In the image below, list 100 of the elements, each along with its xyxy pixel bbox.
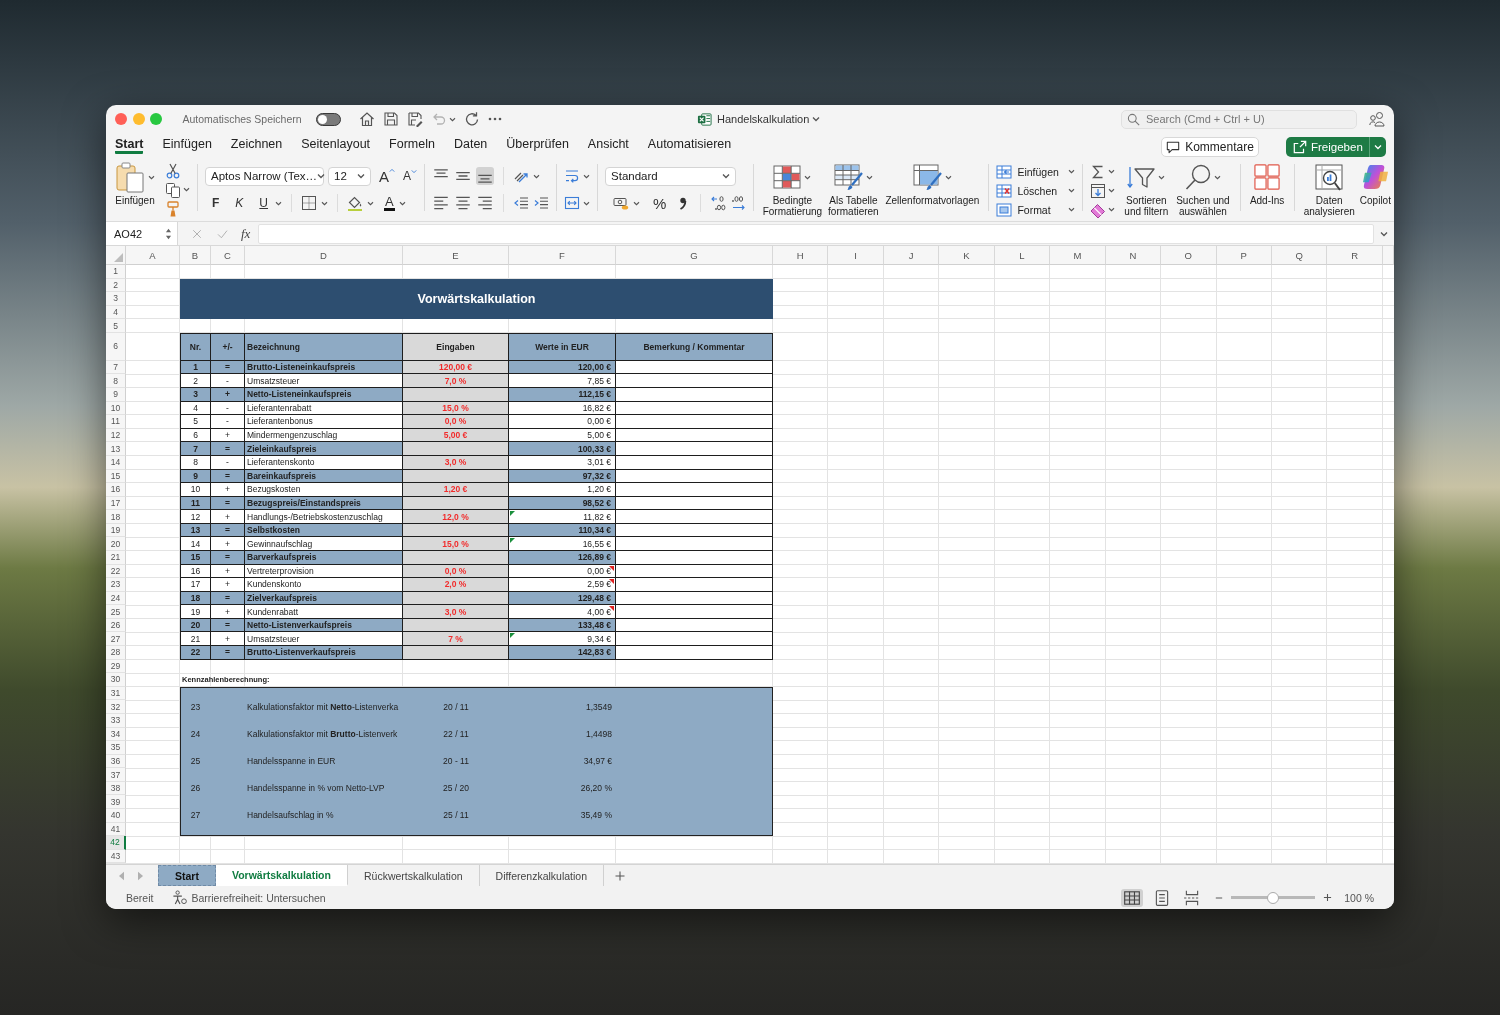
column-header[interactable]: L bbox=[994, 246, 1051, 265]
fill-down-icon[interactable] bbox=[1090, 182, 1107, 199]
column-header[interactable]: O bbox=[1161, 246, 1217, 265]
caret-icon[interactable] bbox=[944, 174, 952, 180]
row-header[interactable]: 16 bbox=[106, 483, 126, 497]
column-header[interactable]: P bbox=[1216, 246, 1272, 265]
number-format-dropdown[interactable]: Standard bbox=[605, 166, 737, 186]
grow-font-button[interactable]: A bbox=[379, 167, 395, 185]
caret-icon[interactable] bbox=[583, 200, 591, 206]
share-icon[interactable] bbox=[1293, 140, 1307, 154]
align-left-icon[interactable] bbox=[432, 194, 451, 212]
zoom-in-icon[interactable] bbox=[1323, 893, 1333, 902]
cells-menu-button[interactable]: Einfügen bbox=[996, 162, 1076, 181]
highlighted-grid-icon[interactable] bbox=[773, 165, 802, 189]
redo-icon[interactable] bbox=[463, 111, 480, 127]
borders-icon[interactable] bbox=[301, 195, 318, 211]
ribbon-button[interactable]: Bedingte Formatierung bbox=[761, 158, 824, 217]
zoom-level[interactable]: 100 % bbox=[1344, 891, 1374, 904]
close-icon[interactable] bbox=[115, 113, 127, 125]
delete-cells-icon[interactable] bbox=[996, 183, 1013, 198]
row-header[interactable]: 18 bbox=[106, 510, 126, 524]
shrink-font-button[interactable]: A bbox=[403, 169, 418, 183]
bold-button[interactable]: F bbox=[209, 196, 223, 210]
cell-brush-icon[interactable] bbox=[912, 163, 942, 191]
caret-icon[interactable] bbox=[1213, 174, 1221, 180]
save-icon[interactable] bbox=[382, 111, 399, 127]
cells-menu-button[interactable]: Löschen bbox=[996, 181, 1076, 200]
sheet-tab[interactable]: Vorwärtskalkulation bbox=[215, 865, 348, 886]
column-header[interactable]: K bbox=[939, 246, 995, 265]
sheet-tab[interactable]: Start bbox=[158, 865, 216, 886]
font-size-dropdown[interactable]: 12 bbox=[328, 166, 371, 186]
merge-cells-icon[interactable] bbox=[564, 195, 581, 211]
column-header[interactable]: I bbox=[828, 246, 884, 265]
column-header[interactable]: R bbox=[1327, 246, 1383, 265]
sort-filter-icon[interactable] bbox=[1127, 166, 1156, 188]
insert-function-button[interactable]: fx bbox=[241, 225, 251, 242]
caret-icon[interactable] bbox=[812, 116, 821, 122]
caret-icon[interactable] bbox=[448, 116, 456, 122]
ribbon-button[interactable]: Als Tabelle formatieren bbox=[825, 158, 882, 217]
fill-color-icon[interactable] bbox=[347, 195, 364, 211]
caret-icon[interactable] bbox=[804, 174, 812, 180]
row-header[interactable]: 25 bbox=[106, 605, 126, 619]
format-cells-icon[interactable] bbox=[996, 202, 1013, 217]
copilot-button[interactable]: Copilot bbox=[1356, 158, 1394, 221]
chart-magnifier-icon[interactable] bbox=[1315, 163, 1344, 191]
align-center-icon[interactable] bbox=[454, 194, 473, 212]
scissors-icon[interactable] bbox=[165, 162, 181, 179]
comment-icon[interactable] bbox=[1166, 140, 1181, 154]
decrease-indent-icon[interactable] bbox=[513, 195, 530, 211]
column-header[interactable]: F bbox=[509, 246, 616, 265]
save-edit-icon[interactable] bbox=[406, 111, 423, 127]
paste-button[interactable]: Einfügen bbox=[113, 158, 159, 206]
row-header[interactable]: 5 bbox=[106, 319, 126, 333]
colorful-logo-icon[interactable] bbox=[1361, 164, 1389, 190]
caret-icon[interactable] bbox=[1068, 169, 1076, 174]
name-box[interactable]: AO42 bbox=[106, 222, 178, 245]
column-header[interactable]: M bbox=[1050, 246, 1106, 265]
row-header[interactable]: 30 bbox=[106, 673, 126, 687]
row-header[interactable]: 13 bbox=[106, 442, 126, 456]
column-header[interactable]: E bbox=[403, 246, 509, 265]
caret-icon[interactable] bbox=[183, 187, 190, 192]
underline-button[interactable]: U bbox=[256, 196, 272, 210]
caret-icon[interactable] bbox=[275, 200, 283, 206]
window-title[interactable]: Handelskalkulation bbox=[717, 113, 810, 125]
row-header[interactable]: 28 bbox=[106, 646, 126, 660]
row-header[interactable]: 8 bbox=[106, 374, 126, 389]
decrease-decimal-icon[interactable] bbox=[730, 195, 747, 211]
analyze-data-button[interactable]: Daten analysieren bbox=[1301, 158, 1357, 221]
column-header[interactable]: B bbox=[180, 246, 211, 265]
add-ins-button[interactable]: Add-Ins bbox=[1247, 158, 1287, 221]
slider-thumb[interactable] bbox=[1267, 891, 1280, 904]
caret-icon[interactable] bbox=[633, 200, 641, 206]
row-header[interactable]: 27 bbox=[106, 632, 126, 647]
formula-input[interactable] bbox=[258, 223, 1374, 244]
accessibility-icon[interactable] bbox=[172, 890, 188, 905]
ribbon-tab[interactable]: Start bbox=[115, 133, 144, 154]
caret-icon[interactable] bbox=[357, 173, 365, 179]
search-field[interactable]: Search (Cmd + Ctrl + U) bbox=[1121, 109, 1357, 129]
caret-icon[interactable] bbox=[398, 200, 406, 206]
clipboard-icon[interactable] bbox=[115, 161, 145, 193]
ribbon-tab[interactable]: Zeichnen bbox=[230, 133, 283, 154]
find-select-button[interactable]: Suchen und auswählen bbox=[1173, 158, 1233, 221]
caret-icon[interactable] bbox=[1380, 230, 1388, 237]
caret-icon[interactable] bbox=[1068, 207, 1076, 212]
accessibility-status[interactable]: Barrierefreiheit: Untersuchen bbox=[191, 891, 326, 904]
row-header[interactable]: 37 bbox=[106, 768, 126, 782]
caret-icon[interactable] bbox=[1158, 174, 1166, 180]
row-header[interactable]: 35 bbox=[106, 741, 126, 755]
italic-button[interactable]: K bbox=[232, 196, 247, 210]
ribbon-tab[interactable]: Formeln bbox=[389, 133, 435, 154]
align-bottom-icon[interactable] bbox=[476, 167, 495, 185]
cells-menu-button[interactable]: Format bbox=[996, 200, 1076, 219]
insert-cells-icon[interactable] bbox=[996, 164, 1013, 179]
add-sheet-icon[interactable] bbox=[614, 869, 627, 882]
ribbon-tab[interactable]: Seitenlayout bbox=[301, 133, 371, 154]
caret-icon[interactable] bbox=[1108, 188, 1116, 193]
share-button[interactable]: Freigeben bbox=[1286, 137, 1386, 157]
row-header[interactable]: 39 bbox=[106, 795, 126, 809]
column-header[interactable]: J bbox=[883, 246, 940, 265]
four-squares-icon[interactable] bbox=[1254, 164, 1281, 190]
